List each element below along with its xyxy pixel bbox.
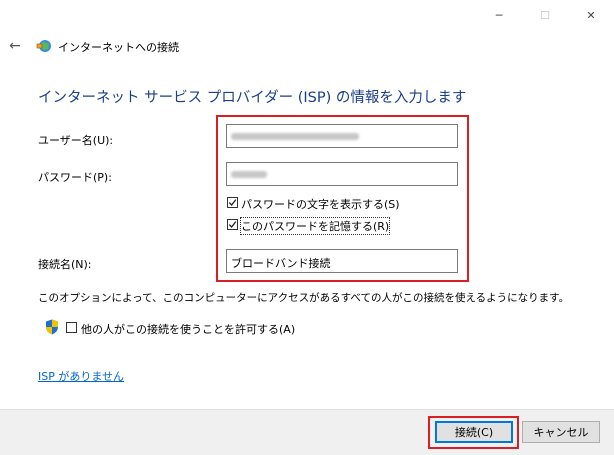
no-isp-link[interactable]: ISP がありません [38,368,124,384]
window-title: インターネットへの接続 [58,41,179,54]
connect-highlight-frame [428,416,519,449]
username-label: ユーザー名(U): [38,134,114,147]
network-globe-icon [36,40,51,52]
maximize-button[interactable]: ☐ [522,0,568,30]
back-button[interactable]: ← [6,37,24,55]
footer-bar: 接続(C) キャンセル [0,409,614,455]
back-arrow-icon: ← [9,38,21,54]
password-label: パスワード(P): [38,171,112,184]
title-bar: ─ ☐ ✕ [0,0,614,30]
close-icon: ✕ [586,8,596,22]
close-button[interactable]: ✕ [568,0,614,30]
minimize-icon: ─ [495,8,503,22]
nav-row: ← インターネットへの接続 [0,30,614,62]
cancel-button-label: キャンセル [533,426,589,439]
info-text: このオプションによって、このコンピューターにアクセスがあるすべての人がこの接続を… [38,292,570,304]
shield-icon [46,319,58,335]
connection-name-label: 接続名(N): [38,258,92,271]
highlight-frame [216,115,469,282]
maximize-icon: ☐ [540,8,550,22]
minimize-button[interactable]: ─ [476,0,522,30]
page-heading: インターネット サービス プロバイダー (ISP) の情報を入力します [38,90,467,106]
allow-others-label: 他の人がこの接続を使うことを許可する(A) [81,323,296,336]
cancel-button[interactable]: キャンセル [522,421,600,443]
allow-others-checkbox[interactable] [66,322,77,333]
